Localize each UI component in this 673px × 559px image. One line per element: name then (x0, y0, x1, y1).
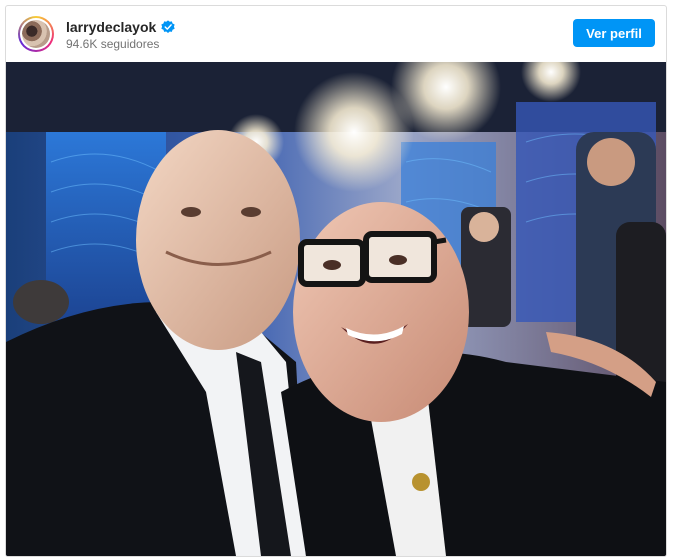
selfie-photo (6, 32, 666, 556)
avatar-ring (20, 18, 52, 50)
post-photo[interactable] (6, 32, 666, 556)
username[interactable]: larrydeclayok (66, 19, 156, 35)
post-header: larrydeclayok 94.6K seguidores Ver perfi… (6, 6, 666, 62)
verified-badge-icon (161, 20, 175, 34)
view-profile-button[interactable]: Ver perfil (573, 19, 655, 47)
avatar[interactable] (18, 16, 54, 52)
username-row: larrydeclayok (66, 18, 175, 36)
avatar-photo (22, 20, 50, 48)
instagram-embed-card: larrydeclayok 94.6K seguidores Ver perfi… (5, 5, 667, 557)
follower-count: 94.6K seguidores (66, 37, 160, 51)
